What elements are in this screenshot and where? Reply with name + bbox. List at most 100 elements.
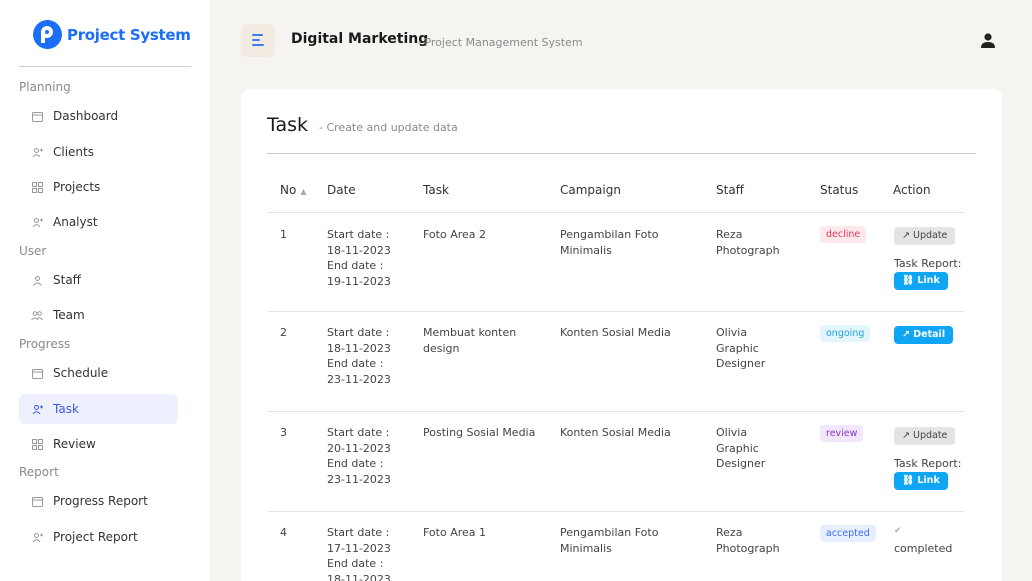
row-no: 2 [280, 326, 287, 339]
sidebar-item-dashboard[interactable]: Dashboard [19, 101, 178, 131]
sidebar-item-label: Projects [53, 180, 101, 194]
menu-icon-line [252, 39, 260, 41]
campaign-line: Konten Sosial Media [560, 326, 671, 339]
link-icon: ⛓ [902, 475, 915, 486]
staff-line: Olivia [716, 426, 748, 439]
task-name-line: Membuat konten [423, 326, 517, 339]
task-name-line: Foto Area 1 [423, 526, 487, 539]
column-header-status: Status [820, 183, 859, 197]
calendar-icon [31, 495, 43, 507]
row-campaign: Pengambilan Foto Minimalis [560, 525, 658, 556]
logo-divider [19, 66, 191, 67]
end-date-value: 18-11-2023 [327, 572, 391, 581]
start-date-value: 18-11-2023 [327, 341, 391, 355]
row-task: Foto Area 1 [423, 525, 486, 541]
staff-line: Photograph [716, 541, 780, 555]
detail-button[interactable]: ↗ Detail [894, 326, 954, 344]
sidebar-item-task[interactable]: Task [19, 394, 178, 424]
row-no: 4 [280, 526, 287, 539]
sidebar-item-team[interactable]: Team [19, 300, 178, 330]
status-badge: ongoing [820, 325, 871, 342]
user-plus-icon [31, 146, 43, 158]
update-button[interactable]: ↗ Update [894, 227, 956, 245]
sidebar-item-progress-report[interactable]: Progress Report [19, 486, 178, 516]
staff-line: Reza [716, 526, 743, 539]
start-date-value: 17-11-2023 [327, 541, 391, 555]
row-task: Membuat konten design [423, 325, 516, 356]
sort-asc-icon: ▲ [300, 187, 307, 196]
grid-icon [31, 181, 43, 193]
check-icon: ✔ [894, 526, 902, 536]
user-plus-icon [31, 531, 43, 543]
report-link-button[interactable]: ⛓ Link [894, 472, 948, 490]
calendar-icon [31, 110, 43, 122]
staff-line: Graphic [716, 441, 759, 455]
menu-toggle-button[interactable] [241, 24, 275, 57]
sidebar-item-schedule[interactable]: Schedule [19, 358, 178, 388]
card-subtitle: - Create and update data [319, 121, 458, 134]
staff-line: Photograph [716, 243, 780, 257]
end-date-label: End date : [327, 259, 384, 272]
staff-line: Graphic [716, 341, 759, 355]
menu-icon-line [252, 44, 264, 46]
update-button-label: Update [913, 230, 948, 241]
sidebar-item-label: Progress Report [53, 494, 148, 508]
row-task: Posting Sosial Media [423, 425, 535, 441]
logo[interactable]: Project System [33, 20, 191, 49]
update-button[interactable]: ↗ Update [894, 427, 956, 445]
arrow-up-right-icon: ↗ [902, 329, 910, 340]
sidebar-item-label: Review [53, 437, 96, 451]
status-badge: accepted [820, 525, 876, 542]
row-campaign: Konten Sosial Media [560, 325, 671, 341]
staff-line: Reza [716, 228, 743, 241]
row-date: Start date : 18-11-2023 End date : 19-11… [327, 227, 391, 289]
section-report: Report [19, 465, 59, 479]
section-planning: Planning [19, 80, 71, 94]
sidebar-item-label: Analyst [53, 215, 98, 229]
row-staff: Reza Photograph [716, 227, 780, 258]
sidebar-item-clients[interactable]: Clients [19, 137, 178, 167]
task-name-line: Posting Sosial Media [423, 426, 536, 439]
row-campaign: Pengambilan Foto Minimalis [560, 227, 658, 258]
sidebar-item-analyst[interactable]: Analyst [19, 207, 178, 237]
row-date: Start date : 17-11-2023 End date : 18-11… [327, 525, 391, 581]
column-header-date: Date [327, 183, 356, 197]
row-date: Start date : 20-11-2023 End date : 23-11… [327, 425, 391, 487]
sidebar-item-review[interactable]: Review [19, 429, 178, 459]
row-divider [267, 511, 965, 512]
sidebar: Project System Planning Dashboard Client… [0, 0, 210, 581]
row-divider [267, 411, 965, 412]
start-date-label: Start date : [327, 326, 390, 339]
sidebar-item-label: Team [53, 308, 85, 322]
brand-name: Project System [67, 25, 191, 44]
end-date-label: End date : [327, 357, 384, 370]
start-date-label: Start date : [327, 526, 390, 539]
column-header-task: Task [423, 183, 449, 197]
start-date-label: Start date : [327, 228, 390, 241]
row-staff: Olivia Graphic Designer [716, 325, 765, 372]
staff-line: Designer [716, 457, 766, 470]
link-button-label: Link [917, 275, 940, 286]
task-name-line: Foto Area 2 [423, 228, 487, 241]
task-report-label: Task Report: [894, 457, 962, 470]
column-header-action: Action [893, 183, 931, 197]
report-link-button[interactable]: ⛓ Link [894, 272, 948, 290]
task-card: Task - Create and update data No ▲ Date T… [241, 89, 1002, 581]
row-staff: Reza Photograph [716, 525, 780, 556]
sidebar-item-staff[interactable]: Staff [19, 265, 178, 295]
status-badge: decline [820, 226, 867, 243]
row-task: Foto Area 2 [423, 227, 486, 243]
end-date-value: 23-11-2023 [327, 372, 391, 386]
column-header-no[interactable]: No ▲ [280, 183, 306, 197]
page-subtitle: - Project Management System [417, 36, 583, 49]
card-title: Task [267, 114, 309, 136]
sidebar-item-label: Staff [53, 273, 81, 287]
sidebar-item-projects[interactable]: Projects [19, 172, 178, 202]
end-date-label: End date : [327, 457, 384, 470]
row-divider [267, 311, 965, 312]
menu-icon [252, 34, 263, 36]
sidebar-item-project-report[interactable]: Project Report [19, 522, 178, 552]
task-name-line: design [423, 341, 460, 355]
page-title: Digital Marketing [291, 31, 429, 47]
user-icon[interactable] [980, 32, 996, 49]
